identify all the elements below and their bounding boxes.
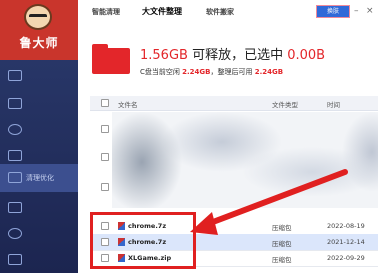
select-all-checkbox[interactable] [101, 99, 109, 107]
nav-score-icon[interactable] [8, 124, 22, 135]
after-free: 2.24GB [254, 68, 284, 76]
nav-monitor-icon[interactable] [8, 98, 22, 109]
file-date: 2022-09-29 [327, 254, 365, 262]
nav-clean-icon [8, 172, 22, 183]
nav-driver-icon[interactable] [8, 150, 22, 161]
mascot-icon [24, 4, 52, 30]
nav-tools-icon[interactable] [8, 202, 22, 213]
close-icon[interactable]: × [366, 6, 374, 16]
skin-button[interactable]: 换肤 [316, 5, 350, 18]
releasable-label: 可释放，已选中 [192, 48, 284, 63]
logo-text: 鲁大师 [19, 36, 59, 50]
after-label: ，整理后可用 [210, 68, 253, 76]
col-time: 时间 [327, 101, 340, 109]
highlight-box [90, 212, 196, 269]
nav-more-icon[interactable] [8, 254, 22, 265]
minimize-icon[interactable]: – [354, 6, 359, 16]
row-checkbox[interactable] [101, 183, 109, 191]
file-type: 压缩包 [272, 240, 292, 248]
sidebar: 鲁大师 清理优化 [0, 0, 78, 273]
disk-label: C盘当前空闲 [140, 68, 180, 76]
col-filename: 文件名 [118, 101, 138, 109]
file-date: 2021-12-14 [327, 238, 365, 246]
file-type: 压缩包 [272, 224, 292, 232]
logo: 鲁大师 [0, 0, 78, 60]
nav-hardware-icon[interactable] [8, 70, 22, 81]
disk-info: C盘当前空闲 2.24GB，整理后可用 2.24GB [140, 67, 283, 77]
file-date: 2022-08-19 [327, 222, 365, 230]
total-size: 1.56GB [140, 48, 188, 63]
summary-title: 1.56GB 可释放，已选中 0.00B [140, 44, 325, 63]
row-checkbox[interactable] [101, 153, 109, 161]
tab-smart-clean[interactable]: 智能清理 [92, 7, 120, 17]
table-header: 文件名 文件类型 时间 [90, 96, 378, 111]
tab-large-files[interactable]: 大文件整理 [142, 6, 182, 17]
file-type: 压缩包 [272, 256, 292, 264]
row-checkbox[interactable] [101, 125, 109, 133]
blurred-file-list [112, 112, 378, 208]
nav-game-icon[interactable] [8, 228, 22, 239]
col-filetype: 文件类型 [272, 101, 298, 109]
folder-icon [92, 44, 130, 74]
disk-free: 2.24GB [182, 68, 211, 76]
tab-software-move[interactable]: 软件搬家 [206, 7, 234, 17]
sidebar-item-label: 清理优化 [26, 174, 54, 182]
selected-size: 0.00B [287, 48, 326, 63]
